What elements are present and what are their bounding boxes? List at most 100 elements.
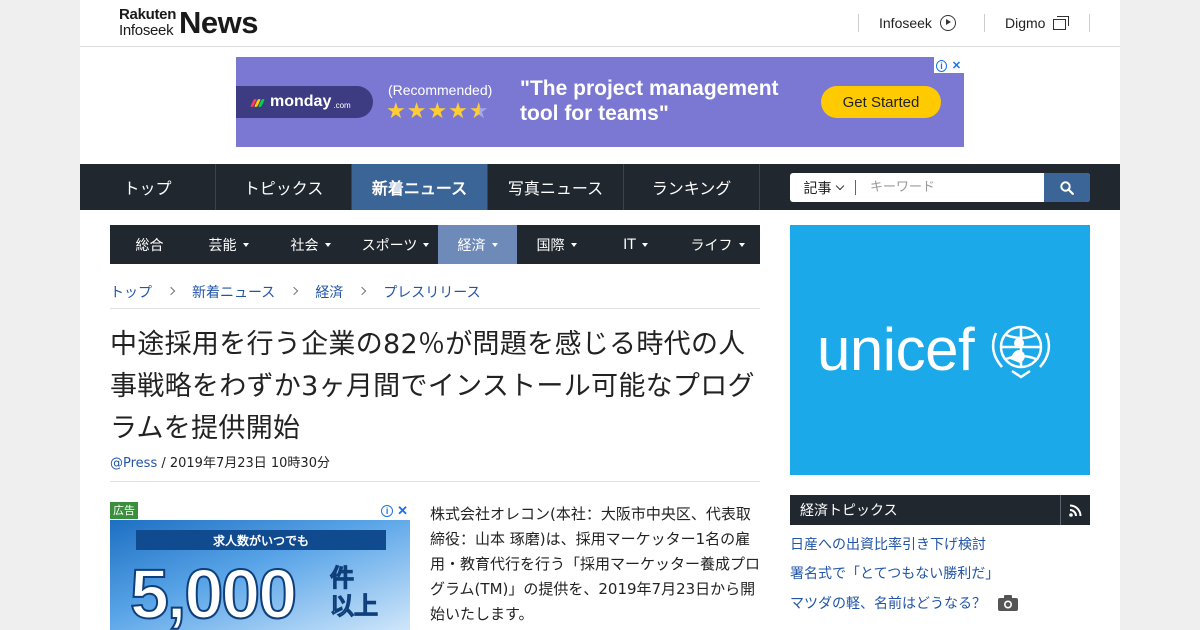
chevron-right-icon — [290, 286, 299, 296]
ad-unit-text: 件 以上 — [330, 564, 379, 621]
top-ad-banner[interactable]: monday .com (Recommended) ★★★★★ "The proj… — [236, 57, 964, 147]
category-tab-keizai[interactable]: 経済 — [438, 225, 517, 264]
chevron-right-icon — [166, 286, 176, 296]
header-divider — [858, 14, 859, 32]
nav-item-top[interactable]: トップ — [80, 164, 216, 210]
site-header: Rakuten Infoseek News Infoseek Digmo — [80, 0, 1120, 47]
logo-news: News — [179, 5, 258, 40]
topic-link-text: 署名式で「とてつもない勝利だ」 — [790, 566, 1000, 582]
category-tab-label: 経済 — [457, 237, 486, 254]
camera-icon — [998, 595, 1018, 611]
header-link-label: Digmo — [1005, 15, 1046, 31]
chevron-right-icon — [358, 286, 367, 296]
breadcrumb-item-top[interactable]: トップ — [110, 282, 152, 302]
dropdown-caret-icon — [641, 242, 648, 247]
header-link-label: Infoseek — [879, 15, 932, 31]
article-body: 株式会社オレコン(本社：大阪市中央区、代表取締役：山本 琢磨)は、採用マーケッタ… — [430, 505, 761, 623]
article-meta: @Press / 2019年7月23日 10時30分 — [110, 452, 330, 471]
topic-link[interactable]: 日産への出資比率引き下げ検討 — [790, 534, 986, 554]
dropdown-caret-icon — [738, 242, 745, 247]
ad-big-number: 5,000 — [129, 554, 298, 630]
topic-link-text: 日産への出資比率引き下げ検討 — [790, 537, 986, 553]
article-source-link[interactable]: @Press — [110, 456, 157, 471]
category-tab-sports[interactable]: スポーツ — [353, 225, 438, 264]
ad-choices[interactable]: i ✕ — [381, 503, 408, 519]
category-tab-label: 社会 — [290, 237, 319, 254]
ad-close-icon[interactable]: ✕ — [397, 503, 408, 519]
category-tab-shakai[interactable]: 社会 — [268, 225, 353, 264]
ad-unit-line: 件 — [330, 564, 355, 593]
category-tab-geino[interactable]: 芸能 — [189, 225, 268, 264]
ad-brand-name: monday — [270, 93, 332, 110]
ad-brand-suffix: .com — [333, 100, 351, 110]
ad-brand-logo: monday .com — [236, 86, 373, 118]
ad-unit-line: 以上 — [330, 592, 379, 621]
search-scope-select[interactable]: 記事 — [790, 173, 856, 202]
logo-rakuten: Rakuten — [119, 6, 177, 23]
category-tab-label: 芸能 — [208, 237, 237, 254]
ad-get-started-button[interactable]: Get Started — [821, 86, 941, 118]
logo-infoseek: Infoseek — [119, 22, 174, 39]
category-tab-label: スポーツ — [361, 237, 418, 254]
category-tab-kokusai[interactable]: 国際 — [517, 225, 596, 264]
breadcrumb-item-press-release[interactable]: プレスリリース — [383, 282, 480, 302]
divider — [110, 481, 760, 482]
dropdown-caret-icon — [491, 242, 498, 247]
breadcrumb-item-new-news[interactable]: 新着ニュース — [192, 282, 275, 302]
breadcrumb: トップ 新着ニュース 経済 プレスリリース — [110, 282, 760, 309]
category-nav: 総合 芸能 社会 スポーツ 経済 国際 IT ライフ — [110, 225, 760, 264]
category-tab-label: 総合 — [135, 237, 164, 254]
inline-ad[interactable]: 広告 i ✕ 求人数がいつでも 5,000 件 以上 — [110, 502, 410, 630]
category-tab-sogo[interactable]: 総合 — [110, 225, 189, 264]
dropdown-caret-icon — [570, 242, 577, 247]
unicef-ad[interactable]: unicef — [790, 225, 1090, 475]
topic-link-text: マツダの軽、名前はどうなる？ — [790, 596, 986, 612]
dropdown-caret-icon — [324, 242, 331, 247]
window-stack-icon — [1053, 16, 1070, 30]
nav-item-new-news[interactable]: 新着ニュース — [352, 164, 488, 210]
chevron-down-icon — [835, 181, 844, 191]
category-tab-life[interactable]: ライフ — [675, 225, 760, 264]
arrow-circle-icon — [939, 15, 956, 31]
page: Rakuten Infoseek News Infoseek Digmo mon… — [80, 0, 1120, 630]
ad-stripe-text: 求人数がいつでも — [136, 530, 386, 550]
ad-recommended-label: (Recommended) — [388, 82, 493, 98]
dropdown-caret-icon — [423, 242, 430, 247]
search-input[interactable] — [856, 173, 1044, 202]
dropdown-caret-icon — [242, 242, 249, 247]
ad-tagline: "The project management tool for teams" — [520, 77, 779, 125]
monday-logo-icon — [250, 97, 265, 107]
main-nav: トップ トピックス 新着ニュース 写真ニュース ランキング 記事 — [80, 164, 1120, 210]
nav-item-ranking[interactable]: ランキング — [624, 164, 760, 210]
rss-icon — [1069, 504, 1082, 517]
ad-creative[interactable]: 求人数がいつでも 5,000 件 以上 — [110, 520, 410, 630]
ad-choices[interactable]: i ✕ — [934, 57, 964, 73]
ad-close-icon[interactable]: ✕ — [949, 57, 964, 73]
ad-rating-stars-icon: ★★★★★ — [386, 99, 490, 124]
rss-button[interactable] — [1060, 495, 1090, 525]
unicef-wordmark: unicef — [817, 316, 975, 383]
nav-item-topics[interactable]: トピックス — [216, 164, 352, 210]
topics-header: 経済トピックス — [790, 495, 1090, 525]
ad-info-icon[interactable]: i — [934, 57, 949, 73]
category-tab-label: ライフ — [690, 237, 733, 254]
topic-link[interactable]: マツダの軽、名前はどうなる？ — [790, 593, 1018, 613]
ad-info-icon[interactable]: i — [381, 505, 394, 517]
article-title: 中途採用を行う企業の82％が問題を感じる時代の人事戦略をわずか3ヶ月間でインスト… — [110, 329, 755, 444]
nav-item-photo-news[interactable]: 写真ニュース — [488, 164, 624, 210]
unicef-emblem-icon — [991, 325, 1051, 379]
logo-wordmark-small: Rakuten Infoseek — [119, 7, 176, 38]
category-tab-it[interactable]: IT — [596, 225, 675, 264]
header-link-digmo[interactable]: Digmo — [1005, 13, 1070, 33]
header-link-infoseek[interactable]: Infoseek — [879, 13, 956, 33]
search-scope-label: 記事 — [803, 180, 832, 197]
article-date: / 2019年7月23日 10時30分 — [157, 456, 330, 471]
header-divider — [984, 14, 985, 32]
search-box: 記事 — [790, 173, 1090, 202]
search-button[interactable] — [1044, 173, 1090, 202]
topics-title: 経済トピックス — [800, 503, 898, 519]
ad-label-badge: 広告 — [110, 502, 138, 519]
topic-link[interactable]: 署名式で「とてつもない勝利だ」 — [790, 563, 999, 583]
breadcrumb-item-economy[interactable]: 経済 — [315, 282, 343, 302]
search-icon — [1060, 180, 1074, 195]
